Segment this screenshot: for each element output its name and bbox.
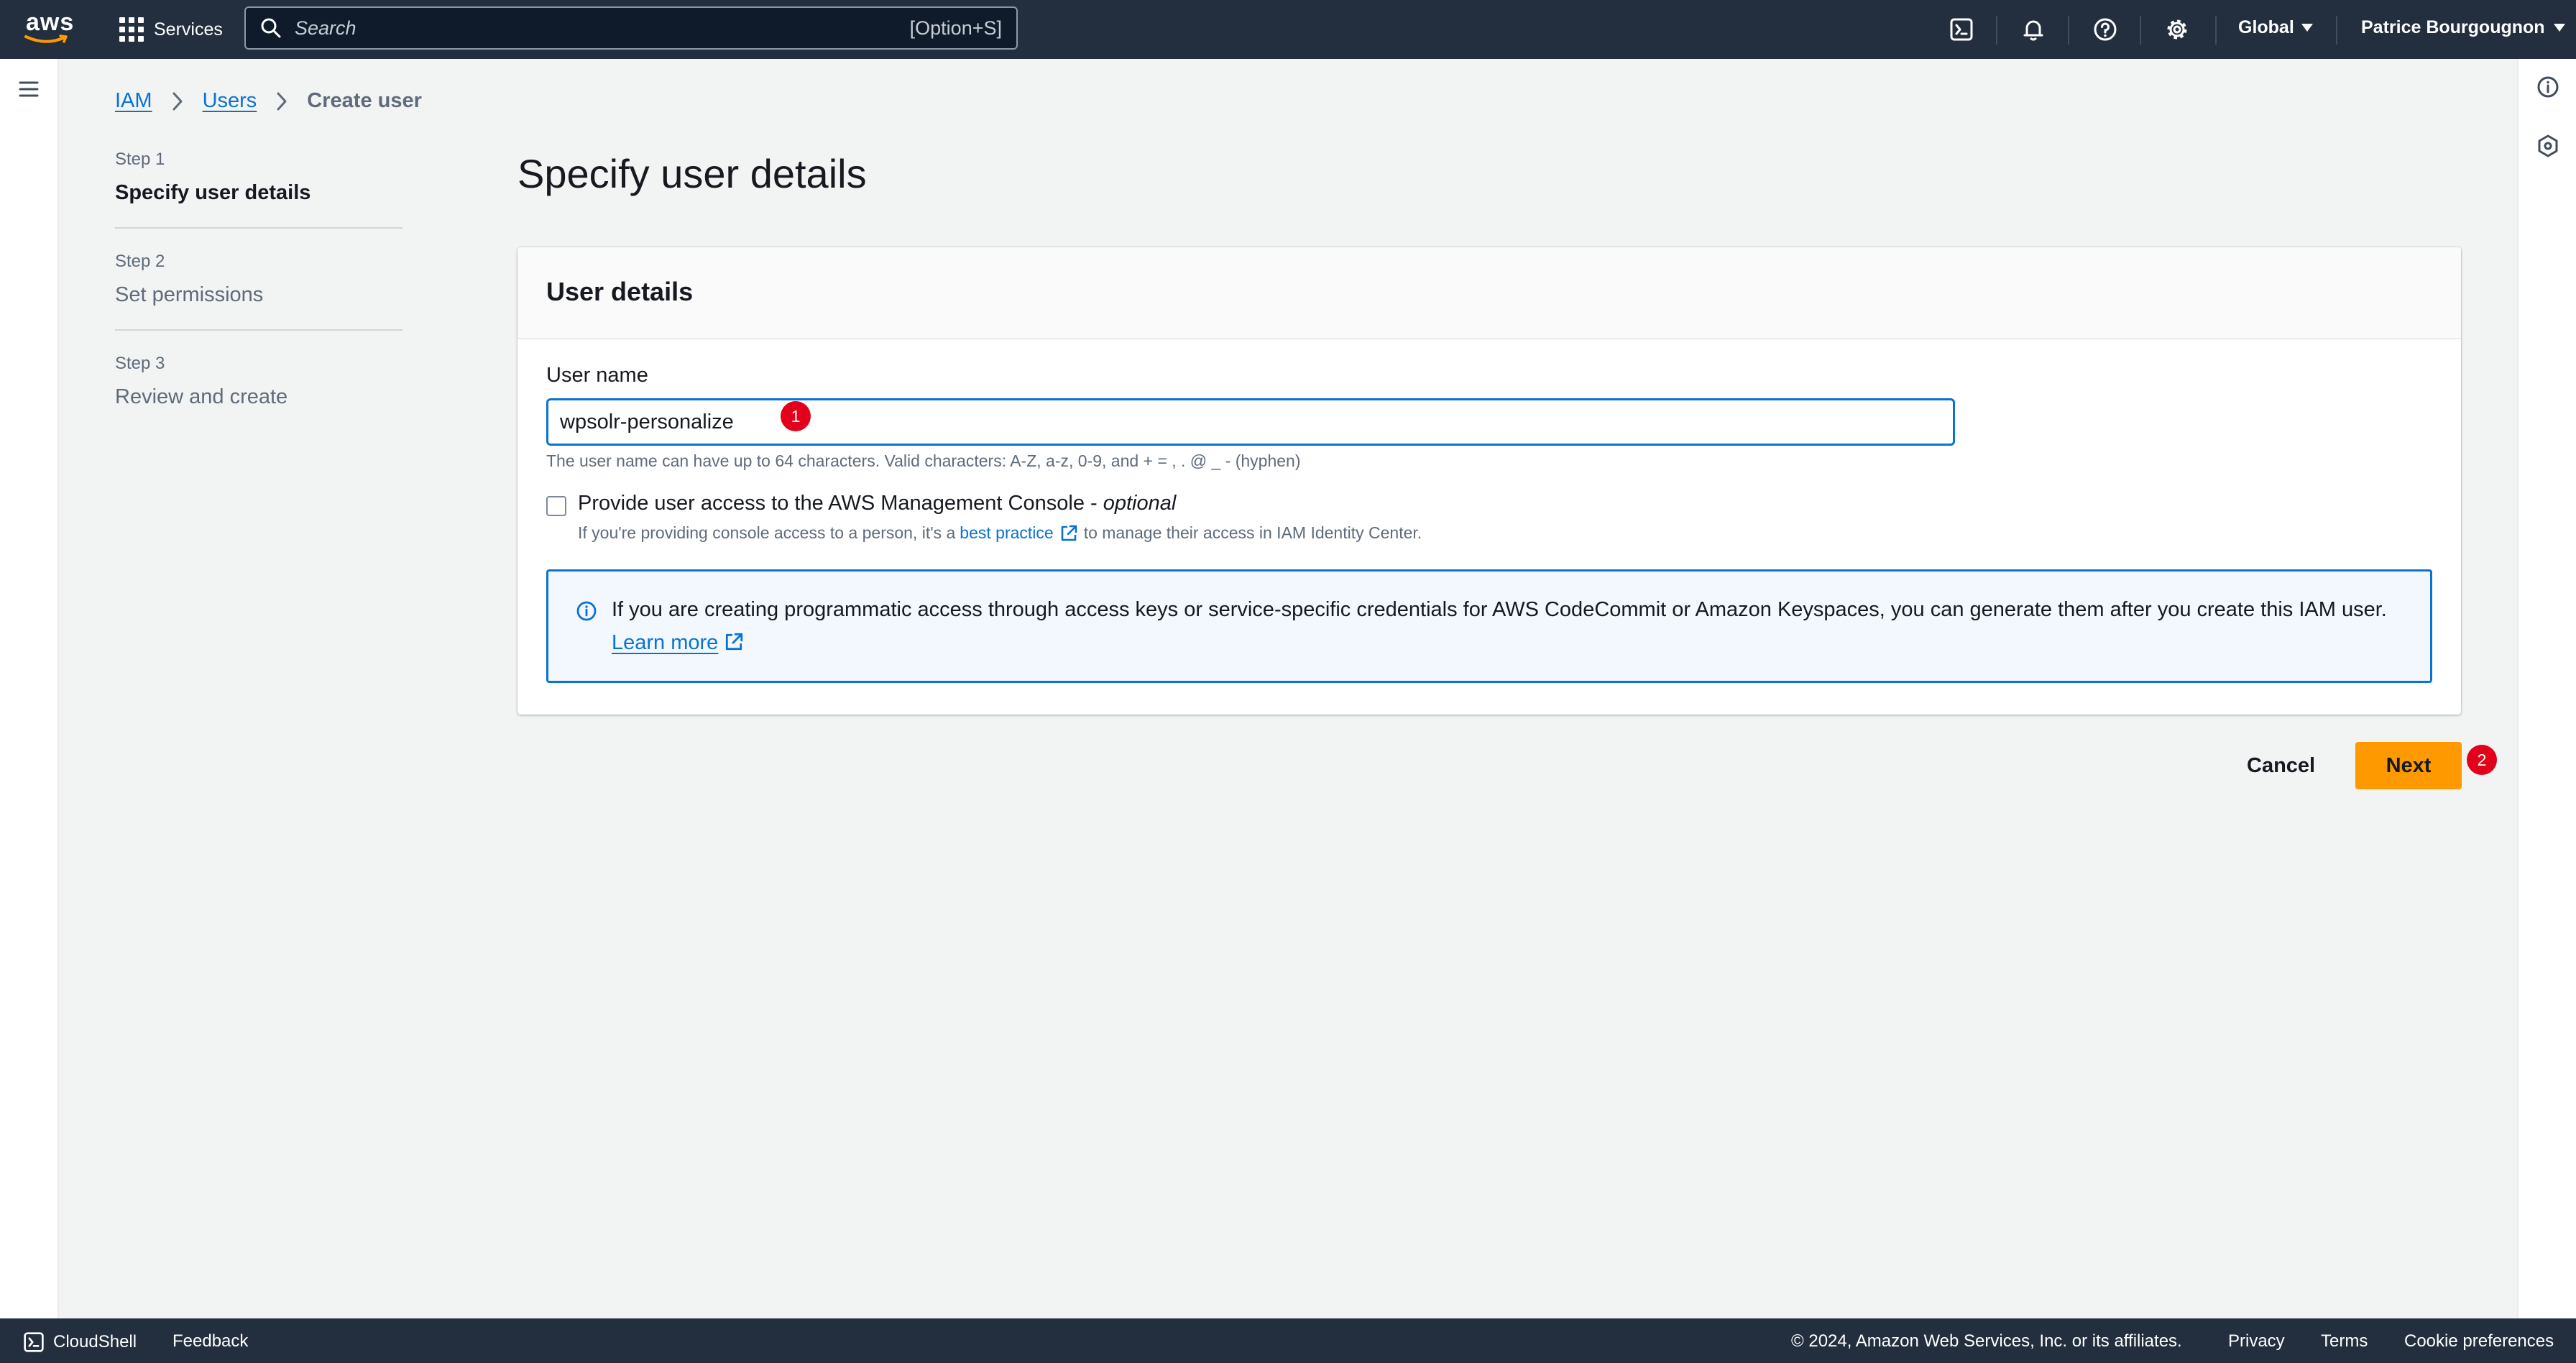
footer: CloudShell Feedback © 2024, Amazon Web S… [0, 1318, 2576, 1363]
feedback-label: Feedback [172, 1331, 249, 1351]
search-shortcut-hint: [Option+S] [909, 17, 1002, 39]
username-label: User name [546, 364, 648, 387]
hamburger-menu-icon [19, 81, 39, 97]
best-practice-link-text: best practice [960, 523, 1054, 542]
step-title: Set permissions [115, 283, 264, 306]
cloudshell-footer-button[interactable]: CloudShell [23, 1331, 137, 1353]
console-access-label-text: Provide user access to the AWS Managemen… [578, 492, 1103, 515]
help-button[interactable] [2090, 14, 2120, 45]
privacy-link[interactable]: Privacy [2228, 1331, 2285, 1351]
tools-rail [2517, 59, 2576, 1318]
breadcrumb-link-users[interactable]: Users [203, 89, 257, 113]
cancel-button[interactable]: Cancel [2227, 742, 2335, 789]
cloudshell-icon [24, 1332, 44, 1352]
help-panel-button[interactable] [2531, 129, 2564, 162]
caret-down-icon [2553, 24, 2565, 32]
wizard-step-1[interactable]: Step 1 Specify user details [115, 148, 402, 229]
terms-link-text: Terms [2321, 1331, 2368, 1351]
wizard-step-3[interactable]: Step 3 Review and create [115, 352, 402, 411]
chevron-right-icon [172, 92, 183, 110]
account-name: Patrice Bourgougnon [2361, 17, 2545, 37]
info-circle-icon [576, 601, 597, 621]
console-desc-text: If you're providing console access to a … [578, 523, 956, 542]
step-divider [115, 329, 402, 331]
settings-button[interactable] [2162, 14, 2192, 45]
cookie-preferences-link[interactable]: Cookie preferences [2404, 1331, 2554, 1351]
cloudshell-button[interactable] [1946, 14, 1977, 45]
info-alert: If you are creating programmatic access … [546, 569, 2432, 683]
next-button[interactable]: Next [2355, 742, 2462, 789]
search-icon [261, 18, 281, 38]
console-access-checkbox[interactable] [546, 496, 566, 516]
annotation-badge: 1 [781, 401, 811, 431]
breadcrumb-link-iam[interactable]: IAM [115, 89, 152, 113]
user-details-container: User details User name The user name can… [518, 247, 2461, 715]
step-number: Step 3 [115, 354, 165, 373]
step-divider [115, 227, 402, 229]
nav-divider [2215, 16, 2217, 45]
info-panel-button[interactable] [2531, 70, 2564, 104]
account-menu[interactable]: Patrice Bourgougnon [2361, 17, 2565, 38]
nav-divider [2336, 16, 2337, 45]
container-heading: User details [546, 277, 694, 306]
info-alert-message: If you are creating programmatic access … [612, 598, 2387, 621]
wizard-steps: Step 1 Specify user details Step 2 Set p… [115, 148, 402, 411]
search-bar[interactable]: [Option+S] [244, 6, 1018, 50]
settings-icon [2167, 19, 2187, 40]
external-link-icon [726, 633, 743, 651]
learn-more-link-text: Learn more [612, 631, 719, 654]
top-navigation: aws Services [Option+S] [0, 0, 2576, 59]
info-alert-text: If you are creating programmatic access … [612, 593, 2401, 659]
external-link-icon [1061, 525, 1077, 541]
help-icon [2094, 18, 2117, 41]
privacy-link-text: Privacy [2228, 1331, 2285, 1351]
console-access-description: If you're providing console access to a … [578, 523, 1422, 543]
info-icon [2537, 76, 2559, 98]
breadcrumb-current: Create user [307, 89, 422, 112]
step-title: Specify user details [115, 181, 311, 204]
services-label: Services [154, 19, 223, 40]
step-title: Review and create [115, 385, 288, 408]
annotation-badge: 2 [2467, 745, 2497, 775]
username-constraint-text: The user name can have up to 64 characte… [546, 451, 1301, 470]
learn-more-link[interactable]: Learn more [612, 631, 718, 654]
caret-down-icon [2301, 24, 2313, 32]
services-menu-button[interactable]: Services [119, 14, 223, 45]
step-number: Step 2 [115, 252, 165, 271]
aws-smile-icon [24, 35, 68, 43]
console-access-label[interactable]: Provide user access to the AWS Managemen… [578, 492, 1176, 515]
grid-icon [119, 17, 144, 42]
nav-divider [2068, 16, 2069, 45]
nav-divider [2140, 16, 2141, 45]
terms-link[interactable]: Terms [2321, 1331, 2368, 1351]
console-desc-text: to manage their access in IAM Identity C… [1083, 523, 1422, 542]
optional-tag: optional [1103, 492, 1177, 515]
side-navigation-rail [0, 59, 59, 1318]
step-number: Step 1 [115, 150, 165, 169]
bell-icon [2023, 20, 2043, 41]
notifications-button[interactable] [2018, 14, 2048, 45]
region-selector[interactable]: Global [2238, 17, 2313, 38]
username-input[interactable] [546, 398, 1955, 446]
region-label: Global [2238, 17, 2294, 37]
cookie-preferences-link-text: Cookie preferences [2404, 1331, 2554, 1351]
chevron-right-icon [277, 92, 287, 110]
copyright-text: © 2024, Amazon Web Services, Inc. or its… [1791, 1331, 2182, 1351]
cloudshell-icon [1950, 18, 1973, 41]
hexagon-icon [2538, 134, 2558, 157]
aws-logo-text: aws [26, 9, 75, 36]
feedback-button[interactable]: Feedback [172, 1331, 248, 1351]
open-navigation-button[interactable] [14, 75, 43, 104]
cloudshell-label: CloudShell [53, 1332, 137, 1351]
aws-logo[interactable]: aws [24, 10, 73, 49]
best-practice-link[interactable]: best practice [960, 523, 1077, 543]
breadcrumb: IAM Users Create user [115, 89, 422, 113]
wizard-step-2[interactable]: Step 2 Set permissions [115, 250, 402, 331]
nav-divider [1996, 16, 1997, 45]
search-input[interactable] [282, 8, 910, 48]
page-title: Specify user details [518, 151, 867, 196]
container-header: User details [518, 247, 2461, 339]
